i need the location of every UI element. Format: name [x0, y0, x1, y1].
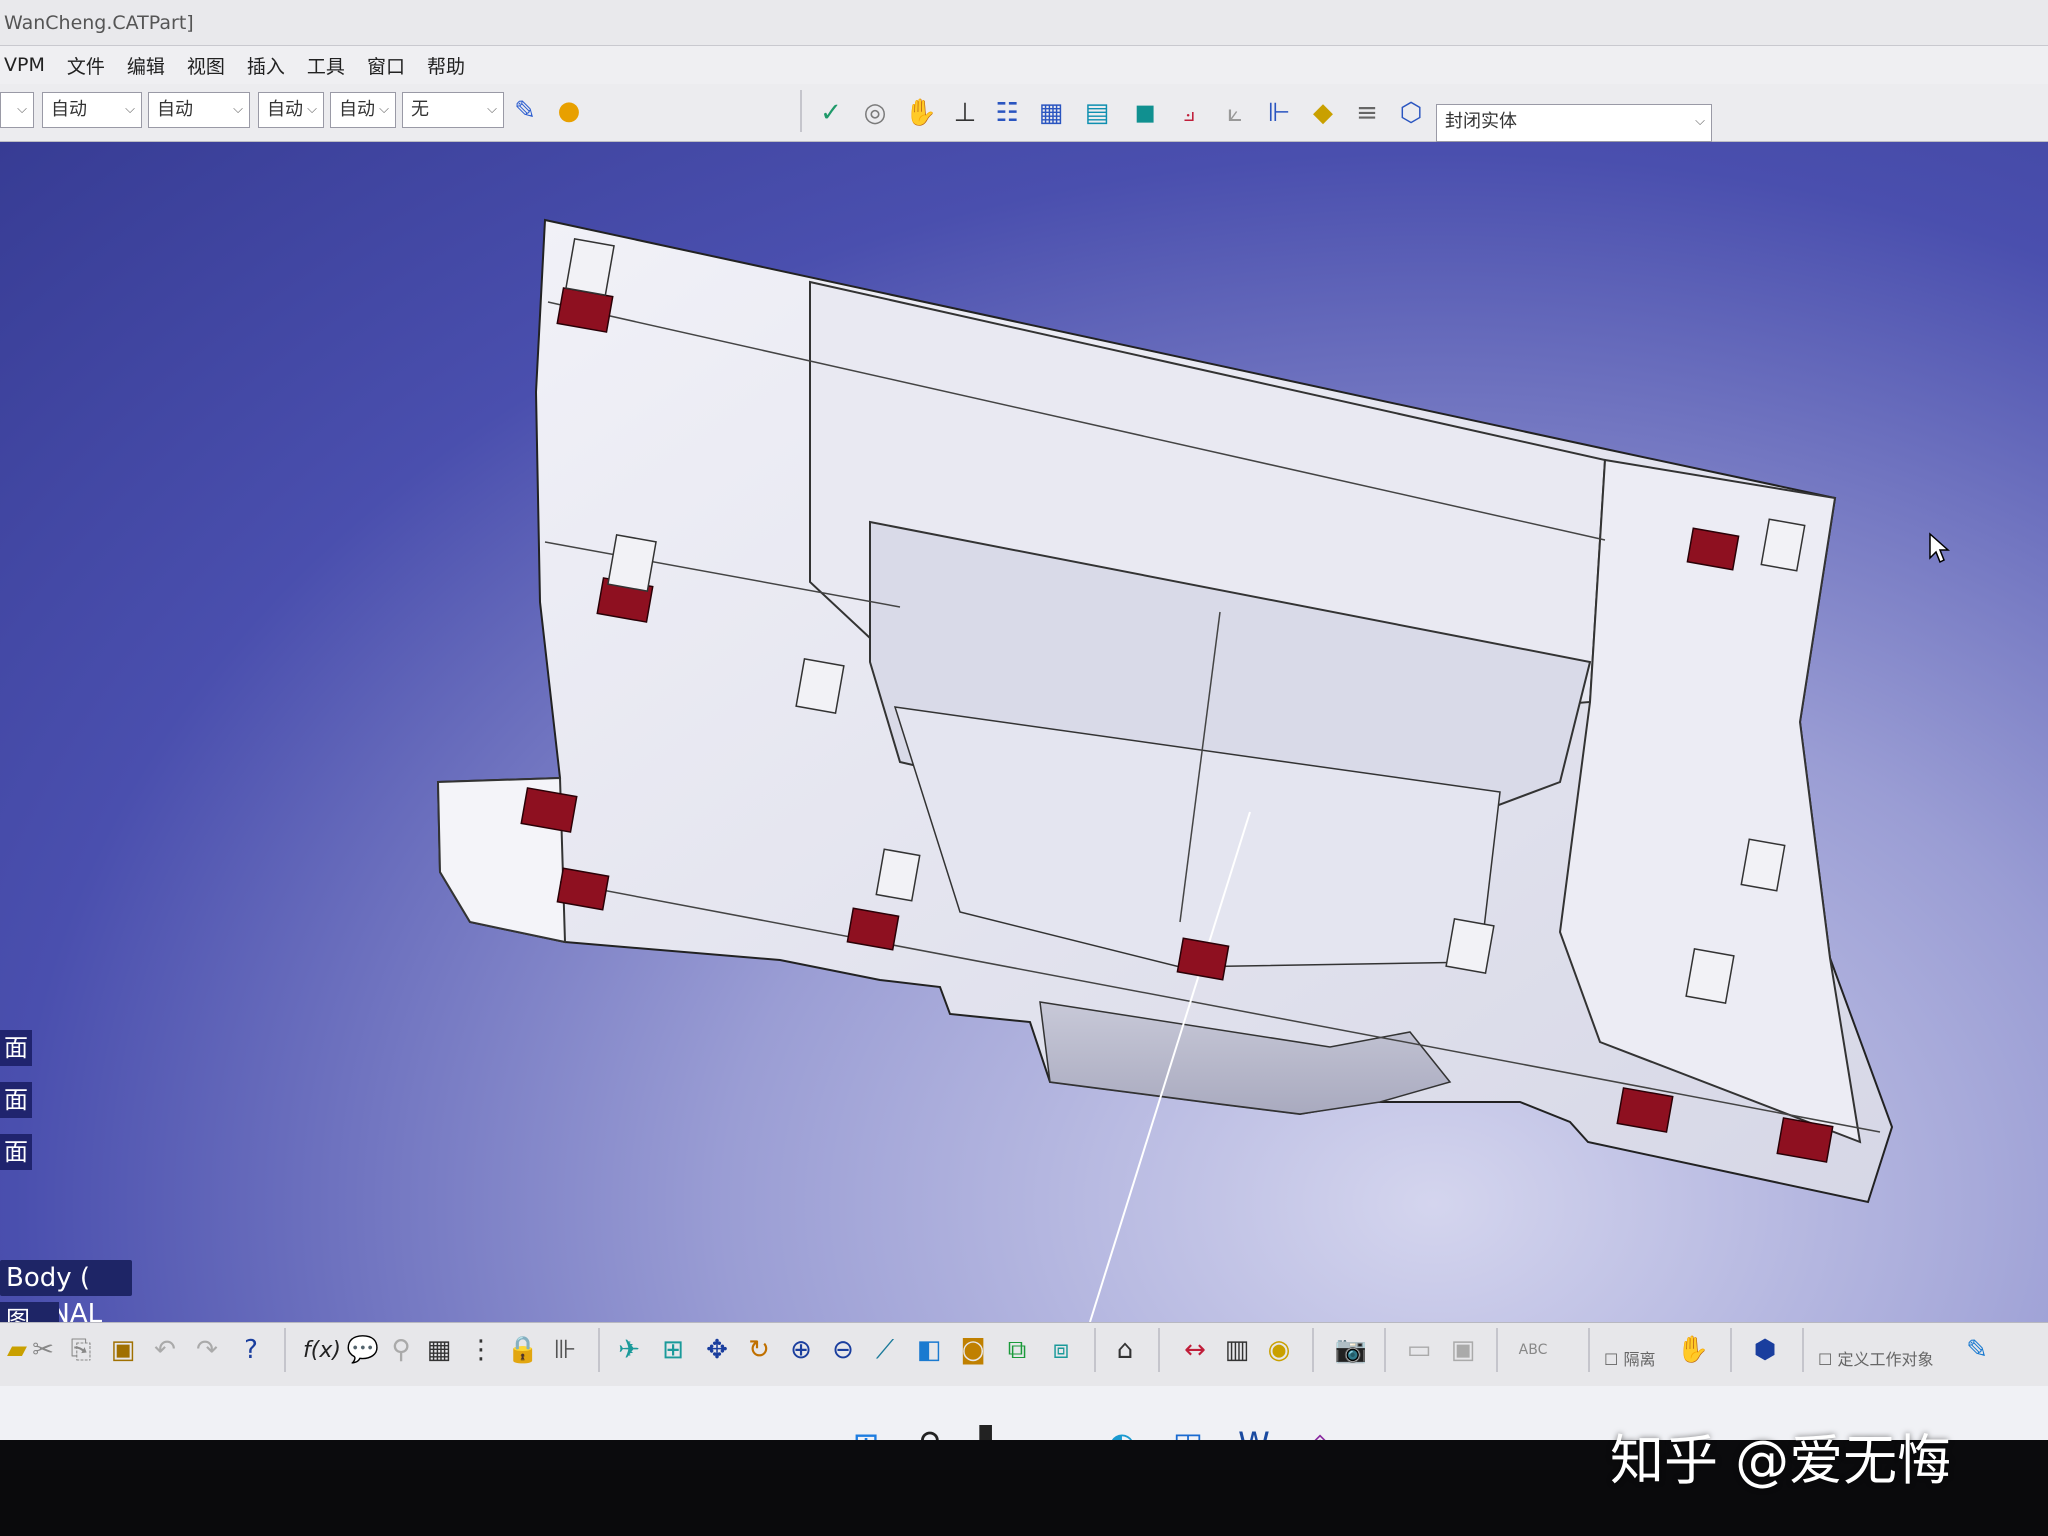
catia-icon[interactable]: ◈ [1298, 1422, 1342, 1440]
close-surface-combo[interactable]: 封闭实体 ⌵ [1436, 104, 1712, 142]
tree-face-2[interactable]: 面 [0, 1082, 32, 1118]
table-icon[interactable]: ▦ [422, 1330, 456, 1370]
iso-view-icon[interactable]: ◧ [912, 1330, 946, 1370]
rotate-icon[interactable]: ↻ [742, 1330, 776, 1370]
zoom-out-icon[interactable]: ⊖ [826, 1330, 860, 1370]
swap-visible-icon[interactable]: ⧈ [1044, 1330, 1078, 1370]
box-icon[interactable]: ◼ [1128, 96, 1162, 130]
camera-icon[interactable]: 📷 [1334, 1330, 1368, 1370]
capture-icon[interactable]: ⌂ [1108, 1330, 1142, 1370]
edit-icon[interactable]: ✎ [1960, 1330, 1994, 1370]
define-work-object-checkbox[interactable]: ☐ 定义工作对象 [1818, 1346, 1933, 1370]
publish-icon[interactable]: ◆ [1306, 96, 1340, 130]
painter-icon[interactable]: ✎ [508, 94, 542, 128]
toolbar-separator [1158, 1328, 1160, 1372]
mouse-cursor-icon [1928, 532, 1950, 568]
rule-icon[interactable]: ⊪ [548, 1330, 582, 1370]
file-explorer-icon[interactable]: ▰ [1036, 1422, 1080, 1440]
zoom-in-icon[interactable]: ⊕ [784, 1330, 818, 1370]
formula-icon[interactable]: f(x) [300, 1330, 344, 1370]
properties-icon[interactable]: ● [552, 94, 586, 128]
grid-icon[interactable]: ▦ [1034, 96, 1068, 130]
list-icon[interactable]: ≡ [1350, 96, 1384, 130]
toolbar-separator [800, 90, 802, 132]
paste-icon[interactable]: ▣ [106, 1330, 140, 1370]
menu-window[interactable]: 窗口 [367, 52, 405, 79]
copy-icon[interactable]: ⎘ [64, 1330, 98, 1370]
toolbar-separator [1802, 1328, 1804, 1372]
redo-icon[interactable]: ↷ [190, 1330, 224, 1370]
lineweight-combo[interactable]: 自动 ⌵ [330, 92, 396, 128]
thickness-icon[interactable]: ⟀ [1218, 96, 1252, 130]
part-model [436, 218, 1894, 1323]
pan-icon[interactable]: ✥ [700, 1330, 734, 1370]
windows-start-icon[interactable]: ⊞ [844, 1422, 888, 1440]
transparency-combo[interactable]: 自动 ⌵ [148, 92, 250, 128]
search-icon[interactable]: ⚲ [908, 1422, 952, 1440]
zhihu-watermark: 知乎 @爱无悔 [1610, 1429, 1952, 1492]
layer-combo[interactable]: 无 ⌵ [402, 92, 504, 128]
menu-view[interactable]: 视图 [187, 52, 225, 79]
hierarchy-icon[interactable]: ☷ [990, 96, 1024, 130]
toolbar-separator [1094, 1328, 1096, 1372]
toolbar-separator [1496, 1328, 1498, 1372]
annotation-icon[interactable]: ABC [1516, 1330, 1550, 1370]
sketcher-icon[interactable]: ✓ [814, 96, 848, 130]
catia-window: WanCheng.CATPart] VPM 文件 编辑 视图 插入 工具 窗口 … [0, 0, 2048, 1440]
menu-help[interactable]: 帮助 [427, 52, 465, 79]
whats-this-icon[interactable]: ? [234, 1330, 268, 1370]
menu-edit[interactable]: 编辑 [127, 52, 165, 79]
hide-show-icon[interactable]: ⧉ [1000, 1330, 1034, 1370]
measure-item-icon[interactable]: ▥ [1220, 1330, 1254, 1370]
color-combo[interactable]: 自动 ⌵ [42, 92, 142, 128]
axis-system-icon[interactable]: ⊥ [948, 96, 982, 130]
tree-body-node[interactable]: Body ( #FINAL PART - wsp *MASTER - ) [0, 1260, 133, 1437]
isolate-checkbox[interactable]: ☐ 隔离 [1604, 1346, 1655, 1370]
hand-icon[interactable]: ✋ [904, 96, 938, 130]
tree-icon[interactable]: ⊩ [1262, 96, 1296, 130]
design-table-icon[interactable]: ⋮ [464, 1330, 498, 1370]
scene-icon[interactable]: ▭ [1402, 1330, 1436, 1370]
word-icon[interactable]: W [1232, 1422, 1276, 1440]
fit-all-icon[interactable]: ⊞ [656, 1330, 690, 1370]
update-icon[interactable]: ◎ [858, 96, 892, 130]
toolbar-separator [1384, 1328, 1386, 1372]
toolbar-separator [284, 1328, 286, 1372]
work-object-icon[interactable]: ⬢ [1748, 1330, 1782, 1370]
store-icon[interactable]: ◫ [1166, 1422, 1210, 1440]
menu-vpm[interactable]: VPM [4, 54, 45, 76]
toolbar-separator [1730, 1328, 1732, 1372]
comment-icon[interactable]: 💬 [346, 1330, 380, 1370]
toolbar-separator [1588, 1328, 1590, 1372]
layer-filter-icon[interactable]: ▣ [1446, 1330, 1480, 1370]
cut-icon[interactable]: ✂ [26, 1330, 60, 1370]
menu-file[interactable]: 文件 [67, 52, 105, 79]
pad-icon[interactable]: ▤ [1080, 96, 1114, 130]
combo-partial[interactable]: ⌵ [0, 92, 34, 128]
measure-between-icon[interactable]: ↔ [1178, 1330, 1212, 1370]
menu-insert[interactable]: 插入 [247, 52, 285, 79]
fly-icon[interactable]: ✈ [612, 1330, 646, 1370]
knowledge-icon[interactable]: ⚲ [384, 1330, 418, 1370]
undo-icon[interactable]: ↶ [148, 1330, 182, 1370]
lock-icon[interactable]: 🔒 [506, 1330, 540, 1370]
toolbar-separator [598, 1328, 600, 1372]
menu-bar: VPM 文件 编辑 视图 插入 工具 窗口 帮助 [0, 46, 2048, 84]
split-icon[interactable]: ⟓ [1172, 96, 1206, 130]
tree-face-1[interactable]: 面 [0, 1030, 32, 1066]
linetype-combo[interactable]: 自动 ⌵ [258, 92, 324, 128]
window-title: WanCheng.CATPart] [0, 0, 2048, 46]
shading-icon[interactable]: ◙ [956, 1330, 990, 1370]
close-surface-icon[interactable]: ⬡ [1394, 96, 1428, 130]
hand-icon[interactable]: ✋ [1676, 1330, 1710, 1370]
edge-icon[interactable]: ◐ [1100, 1422, 1144, 1440]
menu-tools[interactable]: 工具 [307, 52, 345, 79]
3d-viewport[interactable] [0, 142, 2048, 1323]
task-view-icon[interactable]: ▙ [970, 1422, 1014, 1440]
toolbar-separator [1312, 1328, 1314, 1372]
tree-face-3[interactable]: 面 [0, 1134, 32, 1170]
normal-view-icon[interactable]: ⟋ [868, 1330, 902, 1370]
measure-inertia-icon[interactable]: ◉ [1262, 1330, 1296, 1370]
